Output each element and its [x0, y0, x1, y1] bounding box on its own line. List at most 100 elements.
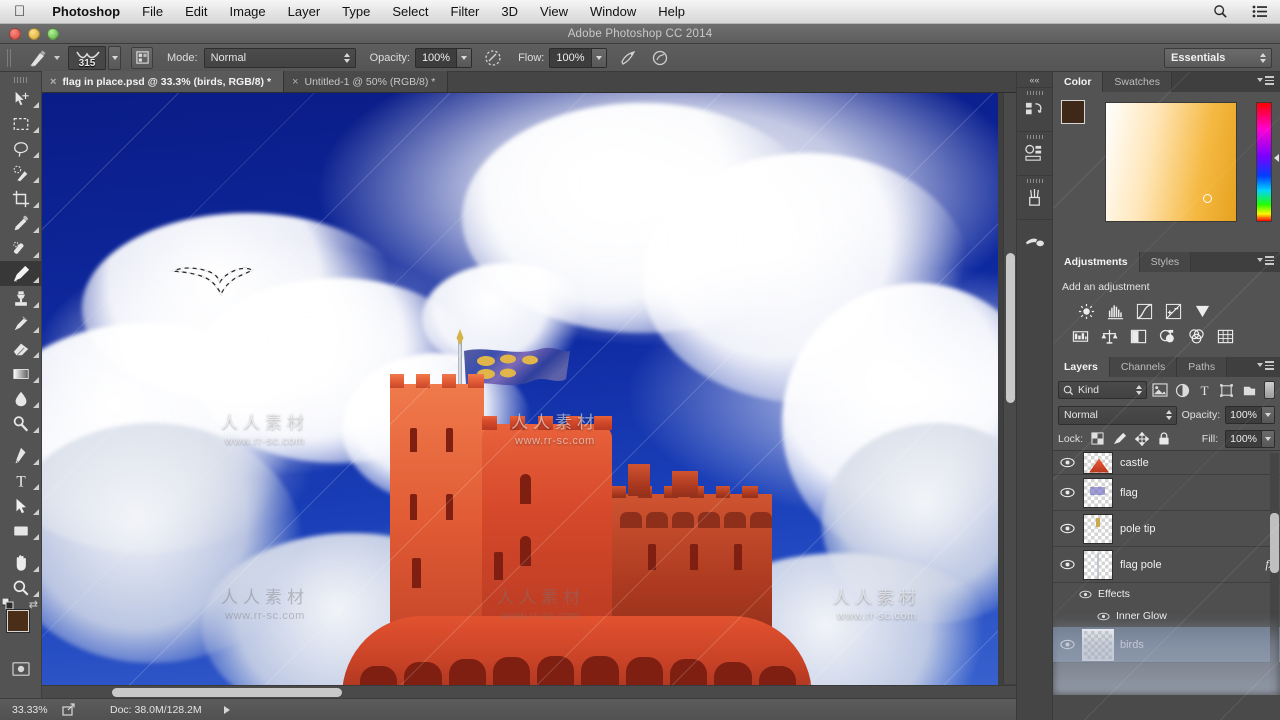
layer-name[interactable]: pole tip — [1120, 523, 1155, 535]
document-tab-untitled-1[interactable]: × Untitled-1 @ 50% (RGB/8) * — [284, 71, 449, 92]
blend-mode-stepper-icon[interactable] — [343, 52, 350, 63]
panel-menu-icon[interactable] — [1257, 256, 1274, 265]
tablet-pressure-icon[interactable] — [131, 46, 153, 69]
blend-stepper-icon[interactable] — [1165, 410, 1172, 420]
fill-dropdown-icon[interactable] — [1261, 430, 1274, 447]
quick-mask-toggle[interactable] — [0, 656, 42, 681]
brush-settings-icon[interactable] — [1017, 219, 1052, 263]
menu-item-layer[interactable]: Layer — [277, 0, 332, 24]
apple-logo-icon[interactable]:  — [14, 4, 25, 19]
pressure-opacity-icon[interactable] — [482, 47, 504, 69]
color-panel-swatches[interactable] — [1061, 100, 1097, 134]
canvas-area[interactable]: 人人素材 www.rr-sc.com 人人素材 www.rr-sc.com 人人… — [42, 93, 1016, 698]
close-icon[interactable]: × — [292, 76, 298, 88]
zoom-tool[interactable] — [0, 575, 42, 600]
blur-tool[interactable] — [0, 386, 42, 411]
layer-visibility-icon[interactable] — [1059, 457, 1076, 468]
blend-mode-select[interactable]: Normal — [203, 47, 356, 68]
foreground-color-swatch[interactable] — [1061, 100, 1085, 124]
layer-list[interactable]: castle flag pole tip flag pole Effects I… — [1053, 451, 1280, 695]
table-row[interactable]: flag pole fx — [1053, 547, 1280, 583]
table-row[interactable]: birds — [1053, 627, 1280, 663]
tab-adjustments[interactable]: Adjustments — [1053, 252, 1140, 272]
search-icon[interactable] — [1201, 4, 1240, 19]
opacity-dropdown-icon[interactable] — [456, 48, 472, 67]
menu-item-image[interactable]: Image — [219, 0, 277, 24]
menu-item-select[interactable]: Select — [381, 0, 439, 24]
curves-icon[interactable] — [1135, 302, 1154, 321]
layer-thumbnail[interactable] — [1083, 477, 1113, 508]
panel-menu-icon[interactable] — [1257, 361, 1274, 370]
levels-icon[interactable] — [1106, 302, 1125, 321]
layer-filter-kind-select[interactable]: Kind — [1058, 381, 1147, 399]
move-tool[interactable] — [0, 86, 42, 111]
tab-styles[interactable]: Styles — [1139, 252, 1192, 272]
layer-name[interactable]: castle — [1120, 457, 1149, 469]
scrollbar-thumb[interactable] — [112, 688, 342, 697]
workspace-switcher[interactable]: Essentials — [1164, 47, 1272, 68]
menu-item-photoshop[interactable]: Photoshop — [41, 0, 131, 24]
history-icon[interactable] — [1017, 87, 1052, 131]
collapse-double-arrow-icon[interactable]: «« — [1017, 72, 1052, 87]
canvas-horizontal-scrollbar[interactable] — [42, 685, 1016, 698]
properties-icon[interactable] — [1017, 131, 1052, 175]
table-row[interactable]: castle — [1053, 451, 1280, 475]
filter-enable-toggle[interactable] — [1264, 381, 1275, 399]
close-icon[interactable]: × — [50, 76, 56, 88]
workspace-stepper-icon[interactable] — [1260, 52, 1266, 63]
marquee-tool[interactable] — [0, 111, 42, 136]
pixel-filter-icon[interactable] — [1151, 381, 1169, 399]
hue-saturation-icon[interactable] — [1071, 327, 1090, 346]
layer-list-scrollbar[interactable] — [1270, 453, 1279, 693]
layer-opacity-field[interactable]: 100% — [1225, 406, 1275, 424]
brush-tool[interactable] — [0, 261, 42, 286]
clone-stamp-tool[interactable] — [0, 286, 42, 311]
tab-paths[interactable]: Paths — [1177, 357, 1228, 377]
menu-item-filter[interactable]: Filter — [440, 0, 491, 24]
layer-name[interactable]: flag pole — [1120, 559, 1162, 571]
layer-visibility-icon[interactable] — [1059, 639, 1076, 650]
menu-item-window[interactable]: Window — [579, 0, 647, 24]
channel-mixer-icon[interactable] — [1187, 327, 1206, 346]
opacity-dropdown-icon[interactable] — [1261, 407, 1274, 423]
color-swatches[interactable]: ⇄ — [0, 598, 42, 652]
path-selection-tool[interactable] — [0, 493, 42, 518]
smoothing-icon[interactable] — [649, 47, 671, 69]
status-expand-arrow-icon[interactable] — [223, 705, 230, 714]
layer-thumbnail[interactable] — [1082, 628, 1114, 661]
quick-selection-tool[interactable] — [0, 161, 42, 186]
menu-item-help[interactable]: Help — [647, 0, 696, 24]
panel-menu-icon[interactable] — [1257, 76, 1274, 85]
tab-swatches[interactable]: Swatches — [1103, 72, 1172, 92]
lock-all-icon[interactable] — [1156, 431, 1171, 446]
photo-filter-icon[interactable] — [1158, 327, 1177, 346]
zoom-level[interactable]: 33.33% — [12, 704, 56, 716]
tab-color[interactable]: Color — [1053, 72, 1104, 92]
table-row[interactable]: flag — [1053, 475, 1280, 511]
gradient-tool[interactable] — [0, 361, 42, 386]
shape-filter-icon[interactable] — [1218, 381, 1236, 399]
menu-item-type[interactable]: Type — [331, 0, 381, 24]
lock-position-icon[interactable] — [1134, 431, 1149, 446]
color-lookup-icon[interactable] — [1216, 327, 1235, 346]
layer-name[interactable]: flag — [1120, 487, 1138, 499]
effects-visibility-icon[interactable] — [1079, 590, 1092, 599]
exposure-icon[interactable] — [1164, 302, 1183, 321]
swap-colors-icon[interactable]: ⇄ — [29, 598, 38, 611]
layer-fill-field[interactable]: 100% — [1225, 429, 1275, 448]
hand-tool[interactable] — [0, 550, 42, 575]
opacity-field[interactable]: 100% — [414, 47, 473, 68]
crop-tool[interactable] — [0, 186, 42, 211]
flow-dropdown-icon[interactable] — [590, 48, 606, 67]
scrollbar-thumb[interactable] — [1270, 513, 1279, 573]
list-icon[interactable] — [1240, 5, 1280, 18]
inner-glow-visibility-icon[interactable] — [1097, 612, 1110, 621]
brush-preset-picker[interactable] — [27, 48, 60, 68]
rectangle-tool[interactable] — [0, 518, 42, 543]
tab-layers[interactable]: Layers — [1053, 357, 1110, 377]
brush-size-preview[interactable]: 315 — [68, 45, 106, 70]
artboard[interactable]: 人人素材 www.rr-sc.com 人人素材 www.rr-sc.com 人人… — [42, 93, 998, 696]
hue-strip[interactable] — [1256, 102, 1272, 222]
default-colors-icon[interactable] — [2, 598, 14, 610]
menu-item-3d[interactable]: 3D — [490, 0, 529, 24]
